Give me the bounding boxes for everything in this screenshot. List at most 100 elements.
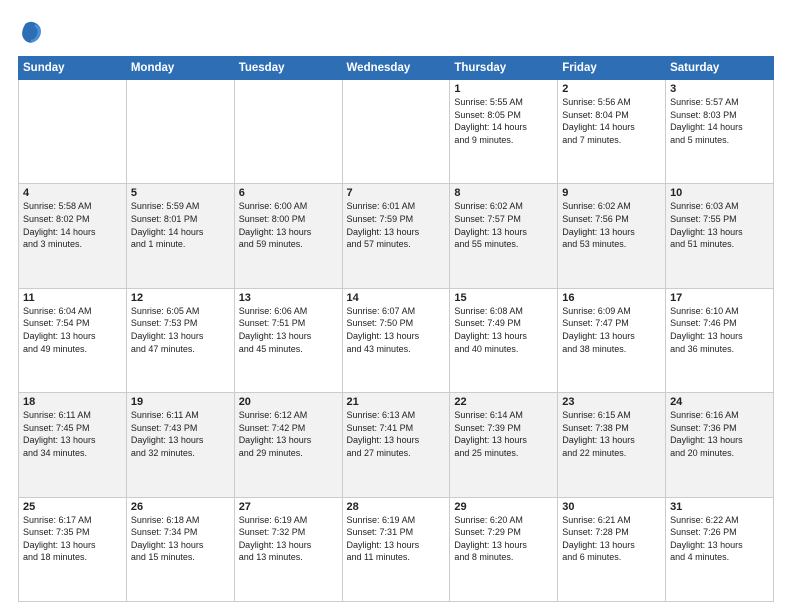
- calendar-week-row: 11Sunrise: 6:04 AM Sunset: 7:54 PM Dayli…: [19, 288, 774, 392]
- day-info: Sunrise: 6:06 AM Sunset: 7:51 PM Dayligh…: [239, 305, 338, 355]
- day-info: Sunrise: 6:04 AM Sunset: 7:54 PM Dayligh…: [23, 305, 122, 355]
- day-number: 29: [454, 501, 553, 513]
- calendar-cell: 5Sunrise: 5:59 AM Sunset: 8:01 PM Daylig…: [126, 184, 234, 288]
- calendar-cell: 29Sunrise: 6:20 AM Sunset: 7:29 PM Dayli…: [450, 497, 558, 601]
- day-info: Sunrise: 6:13 AM Sunset: 7:41 PM Dayligh…: [347, 409, 446, 459]
- day-info: Sunrise: 6:00 AM Sunset: 8:00 PM Dayligh…: [239, 200, 338, 250]
- day-info: Sunrise: 6:02 AM Sunset: 7:57 PM Dayligh…: [454, 200, 553, 250]
- day-number: 27: [239, 501, 338, 513]
- day-header-wednesday: Wednesday: [342, 57, 450, 80]
- day-info: Sunrise: 6:21 AM Sunset: 7:28 PM Dayligh…: [562, 514, 661, 564]
- day-info: Sunrise: 5:57 AM Sunset: 8:03 PM Dayligh…: [670, 96, 769, 146]
- calendar-cell: 8Sunrise: 6:02 AM Sunset: 7:57 PM Daylig…: [450, 184, 558, 288]
- calendar-cell: 17Sunrise: 6:10 AM Sunset: 7:46 PM Dayli…: [666, 288, 774, 392]
- calendar-cell: 7Sunrise: 6:01 AM Sunset: 7:59 PM Daylig…: [342, 184, 450, 288]
- calendar-cell: 30Sunrise: 6:21 AM Sunset: 7:28 PM Dayli…: [558, 497, 666, 601]
- day-number: 22: [454, 396, 553, 408]
- day-header-tuesday: Tuesday: [234, 57, 342, 80]
- calendar-cell: [342, 80, 450, 184]
- day-info: Sunrise: 6:02 AM Sunset: 7:56 PM Dayligh…: [562, 200, 661, 250]
- calendar-cell: 11Sunrise: 6:04 AM Sunset: 7:54 PM Dayli…: [19, 288, 127, 392]
- day-info: Sunrise: 6:19 AM Sunset: 7:31 PM Dayligh…: [347, 514, 446, 564]
- day-number: 24: [670, 396, 769, 408]
- day-info: Sunrise: 6:17 AM Sunset: 7:35 PM Dayligh…: [23, 514, 122, 564]
- day-number: 26: [131, 501, 230, 513]
- logo: [18, 18, 50, 46]
- calendar-cell: 22Sunrise: 6:14 AM Sunset: 7:39 PM Dayli…: [450, 393, 558, 497]
- calendar-cell: 1Sunrise: 5:55 AM Sunset: 8:05 PM Daylig…: [450, 80, 558, 184]
- day-number: 23: [562, 396, 661, 408]
- day-number: 30: [562, 501, 661, 513]
- calendar-cell: 12Sunrise: 6:05 AM Sunset: 7:53 PM Dayli…: [126, 288, 234, 392]
- calendar-cell: 28Sunrise: 6:19 AM Sunset: 7:31 PM Dayli…: [342, 497, 450, 601]
- calendar-cell: 19Sunrise: 6:11 AM Sunset: 7:43 PM Dayli…: [126, 393, 234, 497]
- day-info: Sunrise: 6:22 AM Sunset: 7:26 PM Dayligh…: [670, 514, 769, 564]
- day-header-friday: Friday: [558, 57, 666, 80]
- day-number: 4: [23, 187, 122, 199]
- day-info: Sunrise: 5:59 AM Sunset: 8:01 PM Dayligh…: [131, 200, 230, 250]
- calendar-cell: 10Sunrise: 6:03 AM Sunset: 7:55 PM Dayli…: [666, 184, 774, 288]
- day-number: 31: [670, 501, 769, 513]
- day-number: 8: [454, 187, 553, 199]
- calendar-cell: 16Sunrise: 6:09 AM Sunset: 7:47 PM Dayli…: [558, 288, 666, 392]
- day-number: 14: [347, 292, 446, 304]
- day-number: 19: [131, 396, 230, 408]
- day-number: 1: [454, 83, 553, 95]
- calendar-week-row: 18Sunrise: 6:11 AM Sunset: 7:45 PM Dayli…: [19, 393, 774, 497]
- day-info: Sunrise: 6:19 AM Sunset: 7:32 PM Dayligh…: [239, 514, 338, 564]
- day-info: Sunrise: 6:08 AM Sunset: 7:49 PM Dayligh…: [454, 305, 553, 355]
- day-info: Sunrise: 5:56 AM Sunset: 8:04 PM Dayligh…: [562, 96, 661, 146]
- day-info: Sunrise: 5:55 AM Sunset: 8:05 PM Dayligh…: [454, 96, 553, 146]
- day-number: 6: [239, 187, 338, 199]
- day-info: Sunrise: 6:01 AM Sunset: 7:59 PM Dayligh…: [347, 200, 446, 250]
- header: [18, 18, 774, 46]
- day-number: 28: [347, 501, 446, 513]
- day-info: Sunrise: 6:18 AM Sunset: 7:34 PM Dayligh…: [131, 514, 230, 564]
- day-info: Sunrise: 5:58 AM Sunset: 8:02 PM Dayligh…: [23, 200, 122, 250]
- calendar-cell: [126, 80, 234, 184]
- day-info: Sunrise: 6:11 AM Sunset: 7:45 PM Dayligh…: [23, 409, 122, 459]
- day-number: 21: [347, 396, 446, 408]
- calendar-cell: 4Sunrise: 5:58 AM Sunset: 8:02 PM Daylig…: [19, 184, 127, 288]
- day-number: 7: [347, 187, 446, 199]
- page: SundayMondayTuesdayWednesdayThursdayFrid…: [0, 0, 792, 612]
- calendar-cell: 21Sunrise: 6:13 AM Sunset: 7:41 PM Dayli…: [342, 393, 450, 497]
- day-number: 3: [670, 83, 769, 95]
- day-number: 13: [239, 292, 338, 304]
- day-header-saturday: Saturday: [666, 57, 774, 80]
- calendar-cell: [234, 80, 342, 184]
- calendar-week-row: 1Sunrise: 5:55 AM Sunset: 8:05 PM Daylig…: [19, 80, 774, 184]
- calendar-cell: 2Sunrise: 5:56 AM Sunset: 8:04 PM Daylig…: [558, 80, 666, 184]
- calendar-cell: [19, 80, 127, 184]
- calendar-cell: 24Sunrise: 6:16 AM Sunset: 7:36 PM Dayli…: [666, 393, 774, 497]
- day-number: 11: [23, 292, 122, 304]
- calendar-cell: 14Sunrise: 6:07 AM Sunset: 7:50 PM Dayli…: [342, 288, 450, 392]
- day-info: Sunrise: 6:20 AM Sunset: 7:29 PM Dayligh…: [454, 514, 553, 564]
- calendar-cell: 15Sunrise: 6:08 AM Sunset: 7:49 PM Dayli…: [450, 288, 558, 392]
- day-number: 2: [562, 83, 661, 95]
- day-header-sunday: Sunday: [19, 57, 127, 80]
- day-number: 5: [131, 187, 230, 199]
- calendar-cell: 13Sunrise: 6:06 AM Sunset: 7:51 PM Dayli…: [234, 288, 342, 392]
- day-info: Sunrise: 6:05 AM Sunset: 7:53 PM Dayligh…: [131, 305, 230, 355]
- calendar-week-row: 4Sunrise: 5:58 AM Sunset: 8:02 PM Daylig…: [19, 184, 774, 288]
- day-number: 18: [23, 396, 122, 408]
- day-number: 16: [562, 292, 661, 304]
- calendar-cell: 31Sunrise: 6:22 AM Sunset: 7:26 PM Dayli…: [666, 497, 774, 601]
- calendar-cell: 23Sunrise: 6:15 AM Sunset: 7:38 PM Dayli…: [558, 393, 666, 497]
- calendar-cell: 26Sunrise: 6:18 AM Sunset: 7:34 PM Dayli…: [126, 497, 234, 601]
- calendar-cell: 6Sunrise: 6:00 AM Sunset: 8:00 PM Daylig…: [234, 184, 342, 288]
- day-info: Sunrise: 6:10 AM Sunset: 7:46 PM Dayligh…: [670, 305, 769, 355]
- day-number: 15: [454, 292, 553, 304]
- calendar-week-row: 25Sunrise: 6:17 AM Sunset: 7:35 PM Dayli…: [19, 497, 774, 601]
- day-number: 25: [23, 501, 122, 513]
- day-header-thursday: Thursday: [450, 57, 558, 80]
- calendar-cell: 9Sunrise: 6:02 AM Sunset: 7:56 PM Daylig…: [558, 184, 666, 288]
- day-header-monday: Monday: [126, 57, 234, 80]
- day-info: Sunrise: 6:15 AM Sunset: 7:38 PM Dayligh…: [562, 409, 661, 459]
- calendar-cell: 3Sunrise: 5:57 AM Sunset: 8:03 PM Daylig…: [666, 80, 774, 184]
- calendar-cell: 27Sunrise: 6:19 AM Sunset: 7:32 PM Dayli…: [234, 497, 342, 601]
- day-info: Sunrise: 6:11 AM Sunset: 7:43 PM Dayligh…: [131, 409, 230, 459]
- calendar-table: SundayMondayTuesdayWednesdayThursdayFrid…: [18, 56, 774, 602]
- day-number: 12: [131, 292, 230, 304]
